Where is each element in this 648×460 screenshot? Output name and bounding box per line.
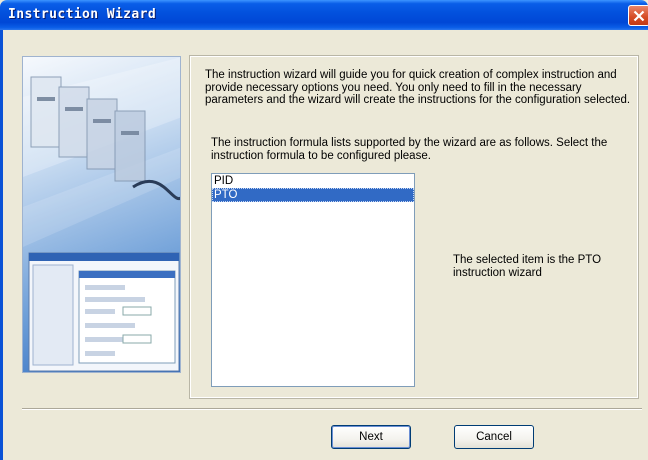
cancel-button[interactable]: Cancel <box>454 425 534 449</box>
list-item-pid[interactable]: PID <box>212 174 414 188</box>
list-item-pto[interactable]: PTO <box>212 188 414 202</box>
title-bar[interactable]: Instruction Wizard <box>0 0 648 30</box>
window-title: Instruction Wizard <box>8 7 157 22</box>
formula-listbox[interactable]: PID PTO <box>211 173 415 387</box>
window-frame <box>0 30 3 460</box>
intro-text: The instruction wizard will guide you fo… <box>205 69 631 107</box>
separator <box>22 408 642 410</box>
wizard-dialog: Instruction Wizard The instruction wizar… <box>0 0 648 460</box>
formula-instructions: The instruction formula lists supported … <box>211 137 608 162</box>
close-icon <box>633 10 645 22</box>
selection-description: The selected item is the PTO instruction… <box>453 254 602 279</box>
next-button[interactable]: Next <box>331 425 411 449</box>
close-button[interactable] <box>628 5 648 26</box>
wizard-banner-image <box>22 56 181 373</box>
